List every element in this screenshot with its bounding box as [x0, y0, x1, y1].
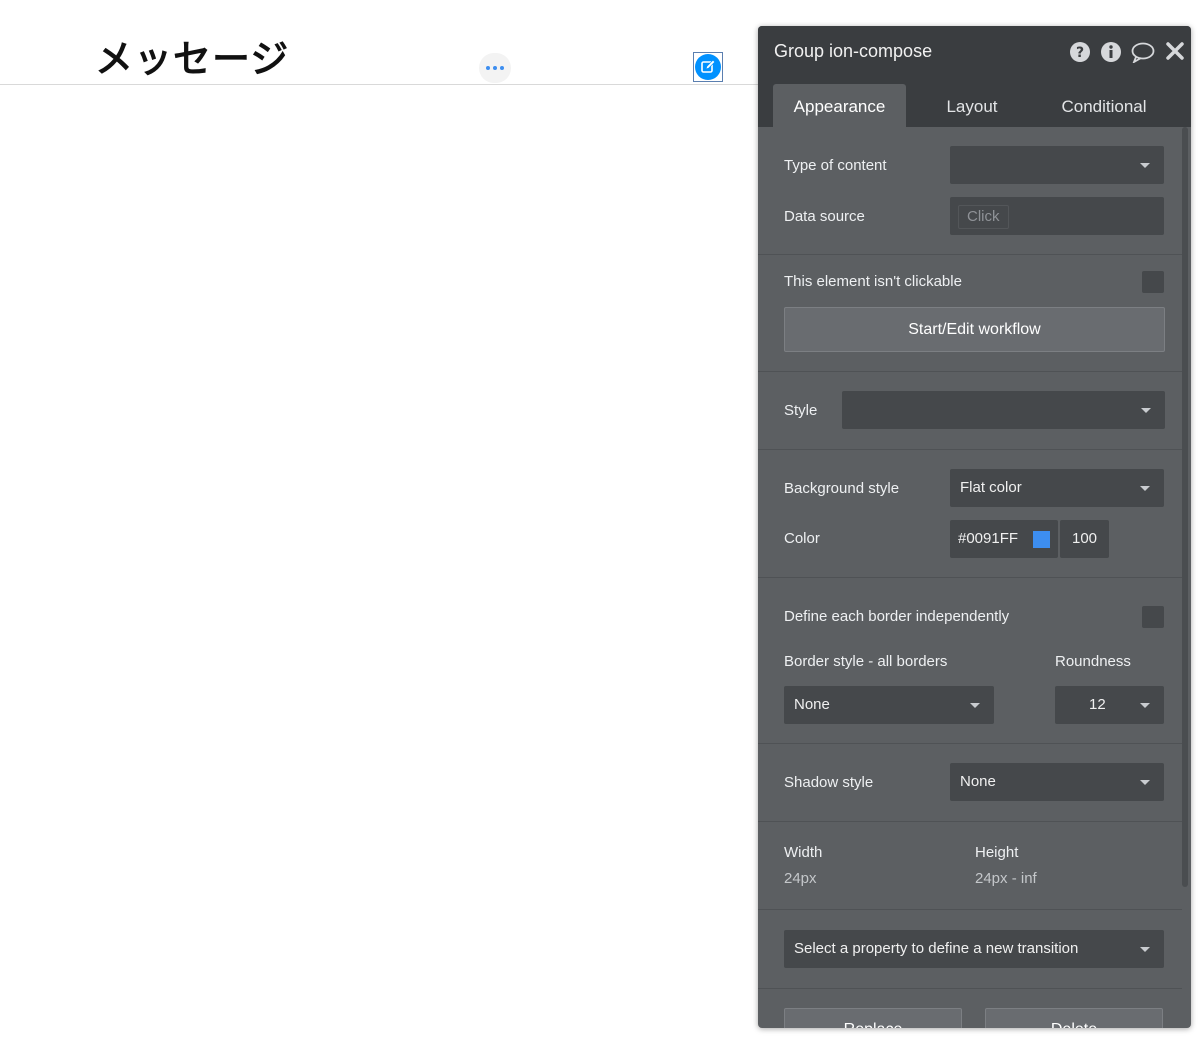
border-independent-label: Define each border independently [784, 608, 1010, 625]
replace-button[interactable]: Replace [784, 1008, 962, 1028]
color-hex-field[interactable]: #0091FF [950, 520, 1058, 558]
header-divider [0, 84, 758, 85]
panel-tabs: Appearance Layout Conditional [758, 75, 1191, 127]
type-of-content-dropdown[interactable] [950, 146, 1164, 184]
border-style-value: None [794, 696, 830, 713]
clickable-label: This element isn't clickable [784, 273, 962, 290]
style-label: Style [784, 402, 818, 419]
chevron-down-icon [1140, 947, 1150, 952]
panel-header[interactable]: Group ion-compose ? [758, 26, 1191, 75]
property-editor-panel: Group ion-compose ? Appearance Layout Co… [758, 26, 1191, 1028]
chevron-down-icon [1140, 703, 1150, 708]
width-value: 24px [784, 870, 817, 887]
section-divider [758, 577, 1182, 578]
color-opacity-field[interactable]: 100 [1060, 520, 1109, 558]
more-options-button[interactable] [479, 53, 511, 83]
data-source-label: Data source [784, 208, 865, 225]
section-divider [758, 988, 1182, 989]
start-edit-workflow-button[interactable]: Start/Edit workflow [784, 307, 1165, 352]
roundness-value: 12 [1089, 696, 1106, 713]
panel-title: Group ion-compose [774, 41, 933, 61]
height-label: Height [975, 844, 1019, 861]
background-style-label: Background style [784, 480, 900, 497]
comment-icon[interactable] [1131, 41, 1155, 67]
shadow-style-dropdown[interactable]: None [950, 763, 1164, 801]
section-divider [758, 909, 1182, 910]
color-label: Color [784, 530, 820, 547]
border-style-label: Border style - all borders [784, 653, 948, 670]
color-swatch[interactable] [1033, 531, 1050, 548]
color-hex-value: #0091FF [958, 530, 1019, 547]
not-clickable-checkbox[interactable] [1142, 271, 1164, 293]
chevron-down-icon [1140, 780, 1150, 785]
help-icon[interactable]: ? [1069, 41, 1091, 67]
shadow-style-label: Shadow style [784, 774, 874, 791]
transition-dropdown[interactable]: Select a property to define a new transi… [784, 930, 1164, 968]
type-of-content-label: Type of content [784, 157, 887, 174]
info-icon[interactable] [1100, 41, 1122, 67]
compose-icon [701, 59, 716, 73]
roundness-label: Roundness [1055, 653, 1131, 670]
style-dropdown[interactable] [842, 391, 1165, 429]
data-source-field[interactable]: Click [950, 197, 1164, 235]
background-style-dropdown[interactable]: Flat color [950, 469, 1164, 507]
svg-text:?: ? [1076, 45, 1084, 61]
height-value: 24px - inf [975, 870, 1037, 887]
border-style-dropdown[interactable]: None [784, 686, 994, 724]
panel-scrollbar[interactable] [1182, 127, 1188, 887]
compose-button[interactable] [695, 54, 721, 80]
section-divider [758, 371, 1182, 372]
transition-placeholder: Select a property to define a new transi… [794, 940, 1079, 957]
chevron-down-icon [1140, 486, 1150, 491]
tab-layout[interactable]: Layout [932, 84, 1012, 127]
tab-conditional[interactable]: Conditional [1048, 84, 1160, 127]
section-divider [758, 449, 1182, 450]
section-divider [758, 821, 1182, 822]
border-independent-checkbox[interactable] [1142, 606, 1164, 628]
close-icon[interactable] [1165, 41, 1185, 65]
tab-appearance[interactable]: Appearance [773, 84, 906, 127]
delete-button[interactable]: Delete [985, 1008, 1163, 1028]
section-divider [758, 743, 1182, 744]
roundness-dropdown[interactable]: 12 [1055, 686, 1164, 724]
chevron-down-icon [1140, 163, 1150, 168]
shadow-style-value: None [960, 773, 996, 790]
page-title: メッセージ [95, 37, 290, 81]
background-style-value: Flat color [960, 479, 1022, 496]
data-source-click-chip[interactable]: Click [958, 205, 1009, 229]
color-opacity-value: 100 [1072, 530, 1098, 547]
section-divider [758, 254, 1182, 255]
width-label: Width [784, 844, 823, 861]
compose-element-selected[interactable] [693, 52, 723, 82]
ellipsis-icon [486, 66, 504, 70]
chevron-down-icon [1141, 408, 1151, 413]
chevron-down-icon [970, 703, 980, 708]
